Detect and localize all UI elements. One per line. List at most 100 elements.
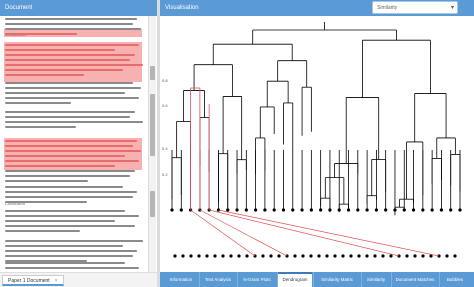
text-line bbox=[5, 102, 71, 104]
document-scrollbar[interactable] bbox=[148, 16, 156, 272]
tab-bubbles[interactable]: Bubbles bbox=[440, 272, 470, 287]
text-line bbox=[5, 262, 125, 264]
document-node[interactable] bbox=[389, 254, 393, 258]
document-node[interactable] bbox=[213, 254, 217, 258]
document-node[interactable] bbox=[197, 254, 201, 258]
document-tab[interactable]: Paper 1 Document × bbox=[2, 275, 64, 286]
document-node[interactable] bbox=[333, 254, 337, 258]
text-line bbox=[5, 59, 130, 61]
text-line bbox=[5, 160, 139, 162]
document-node[interactable] bbox=[357, 254, 361, 258]
text-line bbox=[5, 92, 125, 94]
document-node[interactable] bbox=[269, 254, 273, 258]
similarity-select[interactable]: Similarity ▾ bbox=[372, 1, 458, 14]
dendrogram-chart[interactable] bbox=[160, 16, 474, 272]
document-panel: Document IntroductionConclusion Paper 1 … bbox=[0, 0, 157, 287]
text-line bbox=[5, 165, 115, 167]
text-line bbox=[5, 23, 133, 25]
document-node[interactable] bbox=[317, 254, 321, 258]
text-line bbox=[5, 180, 88, 182]
tab-similarity-matrix[interactable]: Similarity Matrix bbox=[314, 272, 360, 287]
text-line bbox=[5, 245, 123, 247]
tab-dendrogram[interactable]: Dendrogram bbox=[278, 272, 312, 287]
document-node[interactable] bbox=[173, 254, 177, 258]
match-line bbox=[209, 209, 400, 257]
document-node[interactable] bbox=[381, 254, 385, 258]
document-node[interactable] bbox=[349, 254, 353, 258]
text-line bbox=[5, 18, 137, 20]
document-node[interactable] bbox=[341, 254, 345, 258]
document-node[interactable] bbox=[405, 254, 409, 258]
text-line bbox=[5, 215, 139, 217]
text-line bbox=[5, 64, 143, 66]
text-line bbox=[5, 175, 130, 177]
text-line bbox=[5, 74, 85, 76]
match-line bbox=[218, 209, 440, 257]
document-node[interactable] bbox=[293, 254, 297, 258]
match-line bbox=[190, 209, 256, 257]
document-node[interactable] bbox=[237, 254, 241, 258]
document-node[interactable] bbox=[453, 254, 457, 258]
tab-similarity[interactable]: Similarity bbox=[362, 272, 390, 287]
document-node[interactable] bbox=[325, 254, 329, 258]
text-line bbox=[5, 121, 143, 123]
document-node[interactable] bbox=[309, 254, 313, 258]
tab-text-analysis[interactable]: Text Analysis bbox=[200, 272, 236, 287]
document-node[interactable] bbox=[445, 254, 449, 258]
text-line bbox=[5, 191, 137, 193]
visualisation-tab-bar: Information Text Analysis N-Gram Plots Dend… bbox=[160, 272, 474, 287]
document-node[interactable] bbox=[413, 254, 417, 258]
document-panel-title: Document bbox=[0, 0, 157, 16]
text-line bbox=[5, 82, 133, 84]
document-node[interactable] bbox=[205, 254, 209, 258]
document-node[interactable] bbox=[245, 254, 249, 258]
tab-n-gram-plots[interactable]: N-Gram Plots bbox=[238, 272, 276, 287]
text-line bbox=[5, 54, 135, 56]
text-line bbox=[5, 240, 143, 242]
text-line bbox=[5, 140, 137, 142]
scroll-thumb[interactable] bbox=[150, 94, 155, 156]
chevron-down-icon: ▾ bbox=[450, 5, 454, 11]
document-node[interactable] bbox=[189, 254, 193, 258]
text-line bbox=[5, 69, 123, 71]
close-icon[interactable]: × bbox=[55, 278, 58, 284]
document-node[interactable] bbox=[421, 254, 425, 258]
text-line bbox=[5, 230, 80, 232]
text-line bbox=[5, 33, 77, 35]
document-tab-label: Paper 1 Document bbox=[8, 278, 50, 284]
text-line bbox=[5, 250, 137, 252]
text-line bbox=[5, 255, 133, 257]
text-line bbox=[5, 210, 125, 212]
scroll-thumb-upper[interactable] bbox=[150, 66, 155, 80]
document-node[interactable] bbox=[373, 254, 377, 258]
document-node[interactable] bbox=[229, 254, 233, 258]
text-line bbox=[5, 111, 135, 113]
text-line bbox=[5, 220, 115, 222]
text-line bbox=[5, 145, 133, 147]
text-line bbox=[5, 186, 123, 188]
text-line bbox=[5, 170, 135, 172]
document-node[interactable] bbox=[365, 254, 369, 258]
scroll-thumb-lower[interactable] bbox=[150, 191, 155, 217]
text-line bbox=[5, 196, 133, 198]
text-line bbox=[5, 97, 139, 99]
tab-document-matches[interactable]: Document Matches bbox=[392, 272, 438, 287]
text-line bbox=[5, 201, 87, 203]
document-node[interactable] bbox=[221, 254, 225, 258]
document-node[interactable] bbox=[261, 254, 265, 258]
text-line bbox=[5, 28, 141, 30]
text-line bbox=[5, 126, 76, 128]
text-line bbox=[5, 267, 139, 269]
document-node[interactable] bbox=[301, 254, 305, 258]
highlighted-passage[interactable] bbox=[4, 42, 142, 82]
text-line bbox=[5, 225, 135, 227]
text-line bbox=[5, 150, 141, 152]
text-line bbox=[5, 87, 141, 89]
tab-information[interactable]: Information bbox=[164, 272, 198, 287]
document-text-area[interactable]: IntroductionConclusion bbox=[0, 16, 148, 272]
text-line bbox=[5, 116, 130, 118]
text-line bbox=[5, 155, 125, 157]
document-node[interactable] bbox=[181, 254, 185, 258]
document-node[interactable] bbox=[277, 254, 281, 258]
similarity-select-value: Similarity bbox=[377, 5, 398, 11]
